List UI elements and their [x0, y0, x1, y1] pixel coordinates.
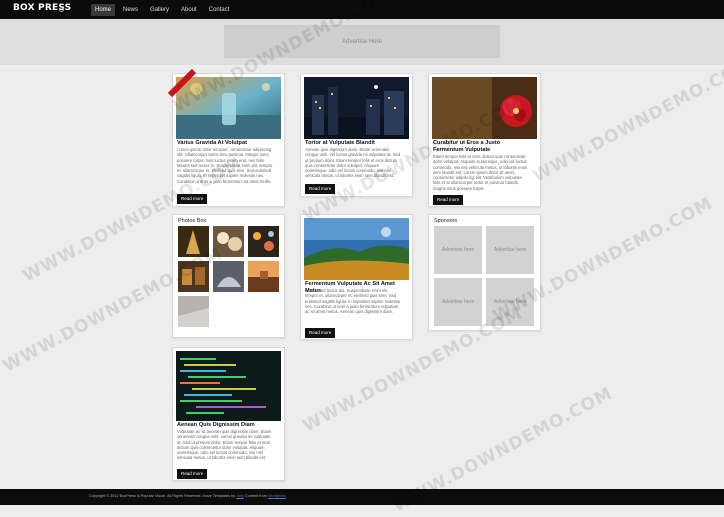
header-ad-slot[interactable]: Advertise Here — [224, 25, 500, 58]
post-title[interactable]: Aenean Quis Dignissim Diam — [177, 422, 273, 429]
post-thumbnail[interactable] — [304, 218, 409, 280]
post-title[interactable]: Curabitur ut Eros a Justo Fermentum Vulp… — [433, 140, 529, 154]
footer-author-link[interactable]: Jolly — [236, 494, 244, 498]
nav-item-contact[interactable]: Contact — [205, 4, 234, 16]
read-more-button[interactable]: Read more — [433, 195, 464, 205]
nav-item-news[interactable]: News — [119, 4, 142, 16]
post-title[interactable]: Tortor at Vulputate Blandit — [305, 140, 401, 147]
sponsor-ad-slot[interactable]: Advertise here — [486, 278, 534, 326]
sponsor-ad-slot[interactable]: Advertise here — [434, 226, 482, 274]
post-card: Aenean Quis Dignissim Diam Vulputate ac … — [172, 347, 285, 481]
sponsors-widget: Sponsors Advertise here Advertise here A… — [428, 214, 541, 331]
post-card: Tortor at Vulputate Blandit Aenean quis … — [300, 73, 413, 197]
post-card: Curabitur ut Eros a Justo Fermentum Vulp… — [428, 73, 541, 207]
header-ad-band: Advertise Here — [0, 19, 724, 65]
photo-thumb[interactable] — [178, 261, 209, 292]
photos-box-widget: Photos Box — [172, 214, 285, 338]
read-more-button[interactable]: Read more — [177, 194, 208, 204]
logo-mark-icon — [59, 7, 64, 12]
site-footer: Copyright © 2012 BoxPress is Popular Vis… — [0, 489, 724, 505]
top-nav-bar: BOX PRESS Home News Gallery About Contac… — [0, 0, 724, 19]
footer-by-label: by — [231, 494, 236, 498]
sponsor-ad-slot[interactable]: Advertise here — [486, 226, 534, 274]
photo-thumb[interactable] — [178, 296, 209, 327]
nav-item-home[interactable]: Home — [91, 4, 116, 16]
sponsor-grid: Advertise here Advertise here Advertise … — [434, 226, 534, 326]
post-excerpt: Vulputate ac sit aenean quis dignissim d… — [177, 429, 272, 461]
post-excerpt: Lorem ipsum dolor sit amet, consectetur … — [177, 147, 273, 184]
sponsor-ad-slot[interactable]: Advertise here — [434, 278, 482, 326]
post-thumbnail[interactable] — [304, 77, 409, 139]
post-excerpt: Aenean quis dignissim diam. Etiam venena… — [305, 147, 401, 179]
post-card: Varius Gravida At Volutpat Lorem ipsum d… — [167, 68, 285, 207]
nav-item-about[interactable]: About — [177, 4, 201, 16]
photo-thumb[interactable] — [248, 226, 279, 257]
footer-copyright: Copyright © 2012 BoxPress is Popular Vis… — [89, 494, 231, 498]
watermark-text: WWW.DOWNDEMO.COM — [529, 53, 724, 187]
photo-thumb[interactable] — [248, 261, 279, 292]
photo-thumb[interactable] — [213, 261, 244, 292]
post-thumbnail[interactable] — [176, 351, 281, 421]
nav-item-gallery[interactable]: Gallery — [146, 4, 173, 16]
photo-thumb[interactable] — [213, 226, 244, 257]
post-excerpt: Mauris sed lectus dui. Suspendisse enim … — [305, 288, 401, 315]
photos-grid — [178, 226, 279, 327]
footer-credit-link[interactable]: Wordpress — [268, 494, 286, 498]
post-thumbnail[interactable] — [432, 77, 537, 139]
post-title[interactable]: Varius Gravida At Volutpat — [177, 140, 273, 147]
read-more-button[interactable]: Read more — [305, 328, 336, 338]
post-excerpt: Etiam tempor felis et eros dictum quis c… — [433, 154, 528, 191]
main-nav: Home News Gallery About Contact — [91, 4, 233, 16]
widget-title: Photos Box — [178, 218, 207, 224]
footer-credit-label: Content from — [244, 494, 267, 498]
photo-thumb[interactable] — [178, 226, 209, 257]
read-more-button[interactable]: Read more — [305, 184, 336, 194]
read-more-button[interactable]: Read more — [177, 469, 208, 479]
footer-text: Copyright © 2012 BoxPress is Popular Vis… — [89, 494, 286, 498]
widget-title: Sponsors — [434, 218, 458, 224]
post-thumbnail[interactable] — [176, 77, 281, 139]
post-card: Fermentum Vulputate Ac Sit Amet Metus Ma… — [300, 214, 413, 340]
